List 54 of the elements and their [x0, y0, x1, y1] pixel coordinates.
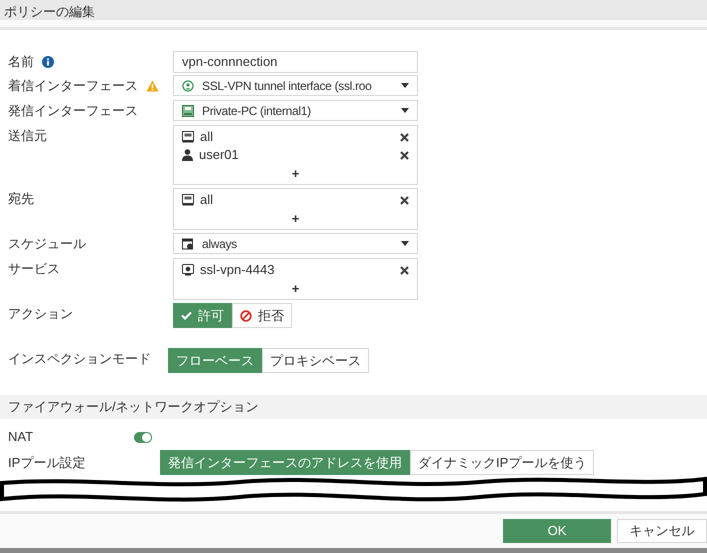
port-icon	[182, 104, 194, 116]
option-button[interactable]: 発信インターフェースのアドレスを使用	[160, 450, 410, 475]
window-title: ポリシーの編集	[4, 4, 95, 20]
list-item[interactable]: all	[200, 190, 394, 210]
dropdown[interactable]: SSL-VPN tunnel interface (ssl.roo	[173, 75, 418, 96]
dropdown[interactable]: always	[173, 233, 418, 254]
caret-icon	[401, 108, 409, 113]
info-icon	[42, 56, 54, 68]
ok-button[interactable]: OK	[503, 519, 611, 543]
address-icon	[182, 131, 194, 143]
remove-icon[interactable]	[400, 150, 409, 160]
field-label: 送信元	[8, 127, 47, 146]
remove-icon[interactable]	[400, 132, 409, 142]
add-button[interactable]: +	[292, 212, 300, 224]
warning-icon	[146, 80, 159, 92]
dropdown-value: Private-PC (internal1)	[202, 102, 312, 120]
caret-icon	[401, 241, 409, 246]
service-icon	[182, 264, 194, 276]
field-label: 着信インターフェース	[8, 77, 138, 96]
prohibited-icon	[240, 310, 252, 322]
name-field[interactable]: vpn-connnection	[173, 51, 418, 73]
address-icon	[182, 194, 194, 206]
option-button[interactable]: 拒否	[232, 303, 292, 328]
option-button[interactable]: フローベース	[168, 348, 262, 373]
dropdown-value: always	[202, 236, 238, 252]
option-button[interactable]: プロキシベース	[262, 348, 369, 373]
field-label: 発信インターフェース	[8, 102, 138, 120]
remove-icon[interactable]	[400, 196, 409, 204]
check-icon	[181, 311, 192, 320]
field-label: アクション	[8, 305, 73, 324]
list-item[interactable]: ssl-vpn-4443	[200, 260, 394, 280]
dropdown-value: SSL-VPN tunnel interface (ssl.roo	[202, 78, 373, 94]
field-label: スケジュール	[8, 235, 86, 254]
field-label: インスペクションモード	[8, 350, 151, 368]
field-label: IPプール設定	[8, 454, 86, 472]
field-label: 名前	[8, 53, 34, 72]
field-label: NAT	[8, 428, 34, 446]
cancel-button[interactable]: キャンセル	[617, 519, 707, 543]
list-item[interactable]: user01	[199, 145, 394, 165]
remove-icon[interactable]	[400, 266, 409, 274]
calendar-icon	[182, 238, 194, 250]
add-button[interactable]: +	[292, 282, 300, 294]
user-icon	[182, 149, 193, 161]
add-button[interactable]: +	[292, 166, 300, 180]
field-label: 宛先	[8, 190, 34, 208]
option-button[interactable]: 許可	[173, 303, 232, 328]
dropdown[interactable]: Private-PC (internal1)	[173, 100, 418, 121]
tunnel-icon	[182, 80, 194, 92]
toggle-switch[interactable]	[134, 432, 152, 442]
field-label: サービス	[8, 260, 60, 278]
section-title: ファイアウォール/ネットワークオプション	[8, 398, 259, 416]
caret-icon	[401, 83, 409, 88]
list-item[interactable]: all	[200, 127, 394, 147]
option-button[interactable]: ダイナミックIPプールを使う	[410, 450, 594, 475]
